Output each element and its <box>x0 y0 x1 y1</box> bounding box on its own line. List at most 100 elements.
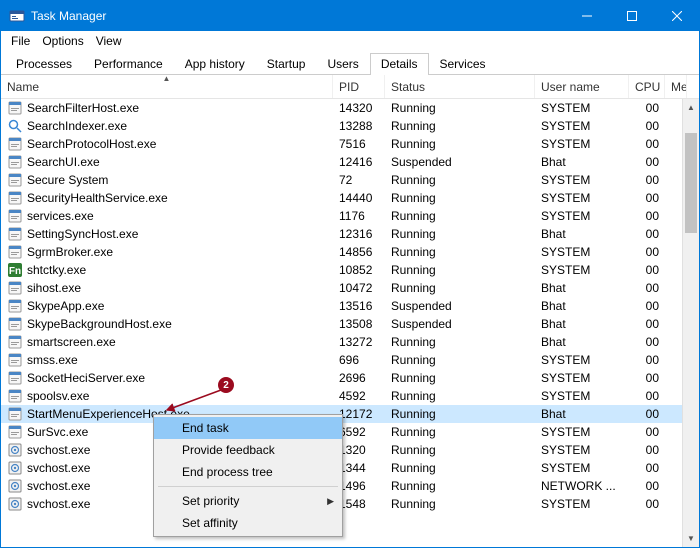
table-row[interactable]: Fnshtctky.exe10852RunningSYSTEM00 <box>1 261 699 279</box>
table-row[interactable]: svchost.exe1320RunningSYSTEM00 <box>1 441 699 459</box>
process-icon <box>7 298 23 314</box>
ctx-set-affinity[interactable]: Set affinity <box>154 512 342 534</box>
process-table: Name ▲ PID Status User name CPU Me Searc… <box>1 75 699 547</box>
task-manager-window: Task Manager File Options View Processes… <box>0 0 700 548</box>
process-cpu: 00 <box>629 245 665 259</box>
table-row[interactable]: services.exe1176RunningSYSTEM00 <box>1 207 699 225</box>
process-user: SYSTEM <box>535 191 629 205</box>
process-icon <box>7 442 23 458</box>
process-name: Secure System <box>27 173 108 187</box>
process-cpu: 00 <box>629 389 665 403</box>
table-row[interactable]: SecurityHealthService.exe14440RunningSYS… <box>1 189 699 207</box>
process-icon <box>7 370 23 386</box>
tab-processes[interactable]: Processes <box>5 53 83 75</box>
table-row[interactable]: spoolsv.exe4592RunningSYSTEM00 <box>1 387 699 405</box>
table-row[interactable]: svchost.exe1548RunningSYSTEM00 <box>1 495 699 513</box>
ctx-set-priority-label: Set priority <box>182 494 239 508</box>
table-row[interactable]: SurSvc.exe6592RunningSYSTEM00 <box>1 423 699 441</box>
process-status: Running <box>385 245 535 259</box>
process-user: SYSTEM <box>535 119 629 133</box>
process-status: Running <box>385 443 535 457</box>
table-row[interactable]: SgrmBroker.exe14856RunningSYSTEM00 <box>1 243 699 261</box>
col-header-pid[interactable]: PID <box>333 75 385 98</box>
minimize-button[interactable] <box>564 1 609 31</box>
menu-options[interactable]: Options <box>36 32 89 50</box>
maximize-button[interactable] <box>609 1 654 31</box>
table-row[interactable]: SkypeBackgroundHost.exe13508SuspendedBha… <box>1 315 699 333</box>
process-icon <box>7 244 23 260</box>
table-row[interactable]: SearchProtocolHost.exe7516RunningSYSTEM0… <box>1 135 699 153</box>
context-menu: End task Provide feedback End process tr… <box>153 414 343 537</box>
process-status: Running <box>385 209 535 223</box>
process-icon <box>7 334 23 350</box>
process-cpu: 00 <box>629 191 665 205</box>
process-icon <box>7 388 23 404</box>
process-user: SYSTEM <box>535 371 629 385</box>
process-name: SkypeApp.exe <box>27 299 104 313</box>
process-user: SYSTEM <box>535 425 629 439</box>
process-status: Running <box>385 173 535 187</box>
col-header-mem[interactable]: Me <box>665 75 687 98</box>
tab-performance[interactable]: Performance <box>83 53 174 75</box>
process-name: smartscreen.exe <box>27 335 116 349</box>
process-user: Bhat <box>535 407 629 421</box>
tab-startup[interactable]: Startup <box>256 53 317 75</box>
table-row[interactable]: SearchIndexer.exe13288RunningSYSTEM00 <box>1 117 699 135</box>
menu-file[interactable]: File <box>5 32 36 50</box>
vertical-scrollbar[interactable]: ▲ ▼ <box>682 99 699 547</box>
process-icon <box>7 100 23 116</box>
menu-view[interactable]: View <box>90 32 128 50</box>
process-status: Running <box>385 281 535 295</box>
table-row[interactable]: SearchFilterHost.exe14320RunningSYSTEM00 <box>1 99 699 117</box>
table-row[interactable]: smss.exe696RunningSYSTEM00 <box>1 351 699 369</box>
process-icon <box>7 424 23 440</box>
col-header-cpu[interactable]: CPU <box>629 75 665 98</box>
process-pid: 10852 <box>333 263 385 277</box>
table-row[interactable]: svchost.exe1344RunningSYSTEM00 <box>1 459 699 477</box>
scroll-up-icon[interactable]: ▲ <box>683 99 699 116</box>
process-cpu: 00 <box>629 353 665 367</box>
process-icon <box>7 226 23 242</box>
table-row[interactable]: sihost.exe10472RunningBhat00 <box>1 279 699 297</box>
process-name: shtctky.exe <box>27 263 86 277</box>
process-pid: 7516 <box>333 137 385 151</box>
col-header-name-label: Name <box>7 80 39 94</box>
table-row[interactable]: smartscreen.exe13272RunningBhat00 <box>1 333 699 351</box>
scrollbar-thumb[interactable] <box>685 133 697 233</box>
process-status: Running <box>385 479 535 493</box>
process-name: SearchUI.exe <box>27 155 100 169</box>
process-status: Running <box>385 137 535 151</box>
ctx-set-priority[interactable]: Set priority▶ <box>154 490 342 512</box>
process-cpu: 00 <box>629 281 665 295</box>
col-header-name[interactable]: Name ▲ <box>1 75 333 98</box>
table-row[interactable]: Secure System72RunningSYSTEM00 <box>1 171 699 189</box>
tab-users[interactable]: Users <box>316 53 369 75</box>
process-user: SYSTEM <box>535 137 629 151</box>
sort-asc-icon: ▲ <box>163 75 171 83</box>
close-button[interactable] <box>654 1 699 31</box>
table-row[interactable]: svchost.exe1496RunningNETWORK ...00 <box>1 477 699 495</box>
table-row[interactable]: StartMenuExperienceHost.exe12172RunningB… <box>1 405 699 423</box>
process-pid: 10472 <box>333 281 385 295</box>
titlebar[interactable]: Task Manager <box>1 1 699 31</box>
process-name: sihost.exe <box>27 281 81 295</box>
process-icon <box>7 136 23 152</box>
process-name: SearchFilterHost.exe <box>27 101 139 115</box>
process-pid: 13516 <box>333 299 385 313</box>
table-row[interactable]: SkypeApp.exe13516SuspendedBhat00 <box>1 297 699 315</box>
table-row[interactable]: SocketHeciServer.exe2696RunningSYSTEM00 <box>1 369 699 387</box>
col-header-user[interactable]: User name <box>535 75 629 98</box>
ctx-end-task[interactable]: End task <box>154 417 342 439</box>
tab-app-history[interactable]: App history <box>174 53 256 75</box>
process-name: svchost.exe <box>27 443 90 457</box>
col-header-status[interactable]: Status <box>385 75 535 98</box>
table-row[interactable]: SettingSyncHost.exe12316RunningBhat00 <box>1 225 699 243</box>
scroll-down-icon[interactable]: ▼ <box>683 530 699 547</box>
ctx-end-process-tree[interactable]: End process tree <box>154 461 342 483</box>
tab-details[interactable]: Details <box>370 53 429 75</box>
process-icon <box>7 352 23 368</box>
table-row[interactable]: SearchUI.exe12416SuspendedBhat00 <box>1 153 699 171</box>
tab-services[interactable]: Services <box>429 53 497 75</box>
ctx-provide-feedback[interactable]: Provide feedback <box>154 439 342 461</box>
task-manager-icon <box>9 8 25 24</box>
